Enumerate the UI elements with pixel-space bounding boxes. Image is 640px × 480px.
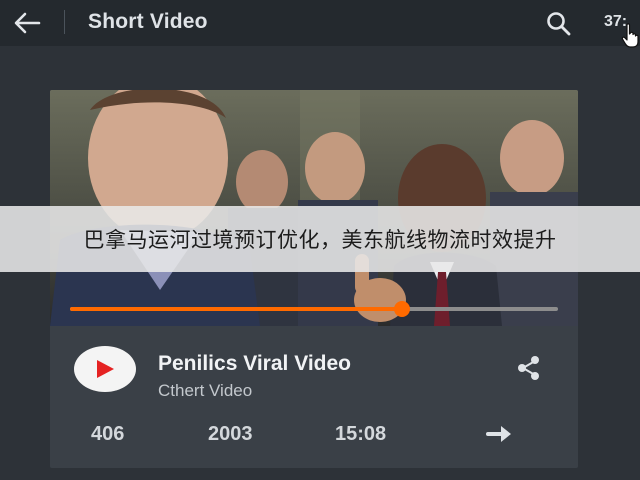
caption-overlay: 巴拿马运河过境预订优化，美东航线物流时效提升 [0, 206, 640, 272]
search-button[interactable] [544, 10, 574, 36]
share-icon [518, 356, 539, 380]
views-count: 406 [91, 423, 125, 445]
video-subtitle: Cthert Video [158, 381, 253, 400]
hand-cursor-icon [621, 23, 639, 48]
next-button[interactable] [484, 422, 516, 446]
back-button[interactable] [12, 9, 42, 37]
year-value: 2003 [208, 423, 253, 445]
video-progress-bar[interactable] [70, 301, 558, 317]
arrow-right-icon [486, 426, 511, 442]
video-card: Penilics Viral Video Cthert Video 406 20… [50, 90, 578, 468]
top-app-bar: Short Video 37: [0, 0, 640, 48]
topbar-divider [64, 10, 65, 34]
play-button[interactable] [74, 346, 136, 392]
search-icon [547, 12, 571, 36]
video-progress-thumb[interactable] [393, 301, 410, 317]
arrow-left-icon [14, 12, 41, 34]
page-title: Short Video [88, 10, 208, 33]
share-button[interactable] [514, 353, 544, 383]
video-progress-fill [70, 307, 402, 311]
play-icon [97, 360, 114, 378]
video-title: Penilics Viral Video [158, 352, 351, 375]
duration-value: 15:08 [335, 423, 387, 445]
caption-text: 巴拿马运河过境预订优化，美东航线物流时效提升 [83, 228, 557, 252]
